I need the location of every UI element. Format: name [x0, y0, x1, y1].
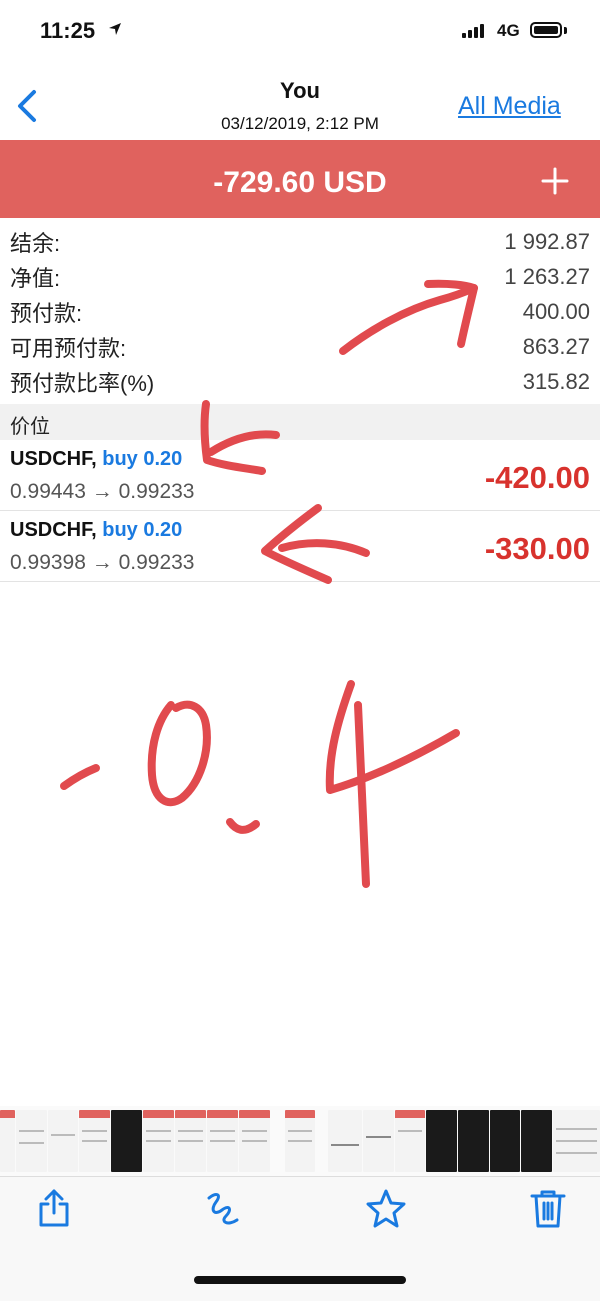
- arrow-to-equity: [339, 284, 478, 355]
- media-thumbnail[interactable]: [239, 1110, 270, 1172]
- cellular-signal-icon: [462, 24, 486, 38]
- status-time: 11:25: [40, 18, 96, 43]
- media-thumbnail[interactable]: [458, 1110, 489, 1172]
- media-thumbnail[interactable]: [16, 1110, 47, 1172]
- media-thumbnail[interactable]: [207, 1110, 238, 1172]
- position-row[interactable]: USDCHF, buy 0.20 0.99398 → 0.99233 -330.…: [0, 511, 600, 582]
- margin-level-label: 预付款比率(%): [10, 371, 155, 396]
- position-row[interactable]: USDCHF, buy 0.20 0.99443 → 0.99233 -420.…: [0, 440, 600, 511]
- markup-icon[interactable]: [202, 1186, 246, 1230]
- media-thumbnail[interactable]: [143, 1110, 174, 1172]
- position-profit: -420.00: [484, 460, 590, 495]
- handwritten-dot: [226, 818, 260, 834]
- positions-section-label: 价位: [10, 416, 50, 438]
- media-thumbnail[interactable]: [521, 1110, 552, 1172]
- battery-icon: [530, 22, 562, 38]
- media-thumbnail[interactable]: [285, 1110, 315, 1172]
- floating-pl-total: -729.60 USD: [213, 166, 387, 199]
- media-thumbnail[interactable]: [111, 1110, 142, 1172]
- home-indicator[interactable]: [194, 1276, 406, 1284]
- position-prices: 0.99443 → 0.99233: [10, 480, 195, 503]
- trash-icon[interactable]: [526, 1186, 570, 1230]
- location-arrow-icon: [109, 23, 121, 35]
- battery-cap: [564, 27, 567, 34]
- media-thumbnail[interactable]: [0, 1110, 15, 1172]
- media-thumbnail[interactable]: [363, 1110, 394, 1172]
- margin-label: 预付款:: [10, 301, 83, 326]
- position-profit: -330.00: [484, 531, 590, 566]
- position-prices: 0.99398 → 0.99233: [10, 551, 195, 574]
- star-icon[interactable]: [364, 1186, 408, 1230]
- network-type: 4G: [497, 21, 520, 40]
- balance-label: 结余:: [10, 231, 61, 256]
- position-side: buy 0.20: [102, 519, 183, 541]
- positions-section-header: [0, 404, 600, 440]
- media-thumbnail[interactable]: [490, 1110, 520, 1172]
- plus-icon[interactable]: [540, 166, 570, 196]
- media-thumbnail[interactable]: [426, 1110, 457, 1172]
- equity-value: 1 263.27: [504, 264, 590, 289]
- equity-label: 净值:: [10, 266, 61, 291]
- handwritten-zero: [147, 700, 211, 807]
- position-side: buy 0.20: [102, 448, 183, 470]
- media-thumbnail[interactable]: [175, 1110, 206, 1172]
- share-icon[interactable]: [32, 1186, 76, 1230]
- handwritten-four-stem: [354, 701, 370, 888]
- handwritten-four: [325, 680, 460, 794]
- media-thumbnail[interactable]: [395, 1110, 425, 1172]
- position-symbol: USDCHF, buy 0.20: [10, 519, 183, 541]
- all-media-link[interactable]: All Media: [458, 92, 561, 121]
- position-symbol: USDCHF, buy 0.20: [10, 448, 183, 470]
- margin-level-value: 315.82: [522, 369, 590, 394]
- media-thumbnail[interactable]: [48, 1110, 78, 1172]
- free-margin-label: 可用预付款:: [10, 336, 127, 361]
- handwritten-minus: [60, 764, 100, 790]
- margin-value: 400.00: [522, 299, 590, 324]
- arrow-to-equity-head: [424, 279, 478, 348]
- media-thumbnail[interactable]: [553, 1110, 600, 1172]
- balance-value: 1 992.87: [504, 229, 590, 254]
- free-margin-value: 863.27: [522, 334, 590, 359]
- media-thumbnail[interactable]: [328, 1110, 362, 1172]
- media-thumbnail[interactable]: [79, 1110, 110, 1172]
